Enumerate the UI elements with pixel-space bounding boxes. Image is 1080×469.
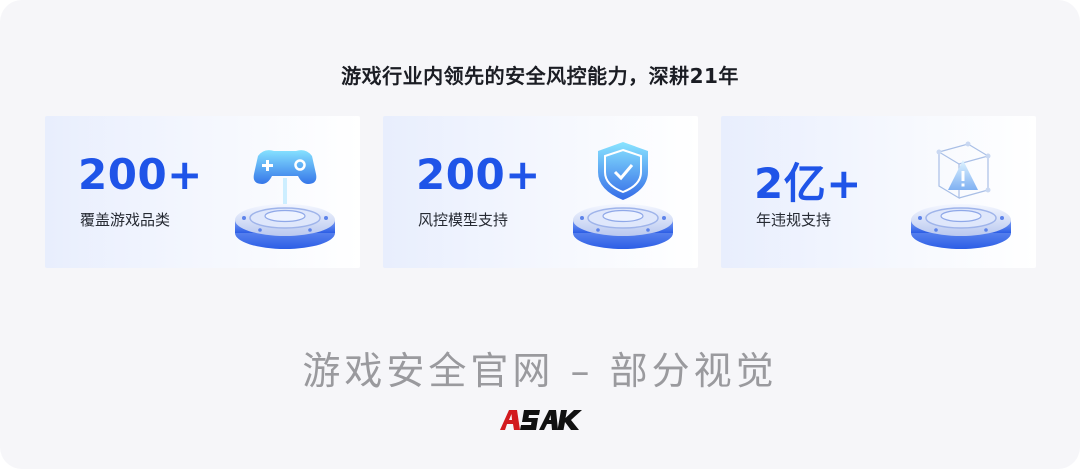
- stat-value: 200+: [416, 150, 541, 199]
- stat-card-risk-models: 200+ 风控模型支持: [383, 116, 698, 268]
- headline: 游戏行业内领先的安全风控能力，深耕21年: [341, 64, 739, 88]
- stat-card-violations: 2亿+ 年违规支持: [721, 116, 1036, 268]
- subtitle: 游戏安全官网 – 部分视觉: [302, 349, 778, 393]
- shield-icon: [573, 142, 673, 249]
- stat-card-game-categories: 200+ 覆盖游戏品类: [45, 116, 360, 268]
- stat-value: 2亿+: [754, 159, 862, 208]
- asak-logo: [500, 410, 582, 430]
- stat-label: 年违规支持: [756, 211, 832, 229]
- stat-value: 200+: [78, 150, 203, 199]
- gamepad-icon: [235, 150, 335, 249]
- stat-label: 覆盖游戏品类: [80, 211, 171, 229]
- warning-cube-icon: [911, 141, 1011, 249]
- page-frame: 游戏行业内领先的安全风控能力，深耕21年 200+ 覆盖游戏品类 200+ 风控…: [0, 0, 1080, 469]
- stat-label: 风控模型支持: [418, 211, 509, 229]
